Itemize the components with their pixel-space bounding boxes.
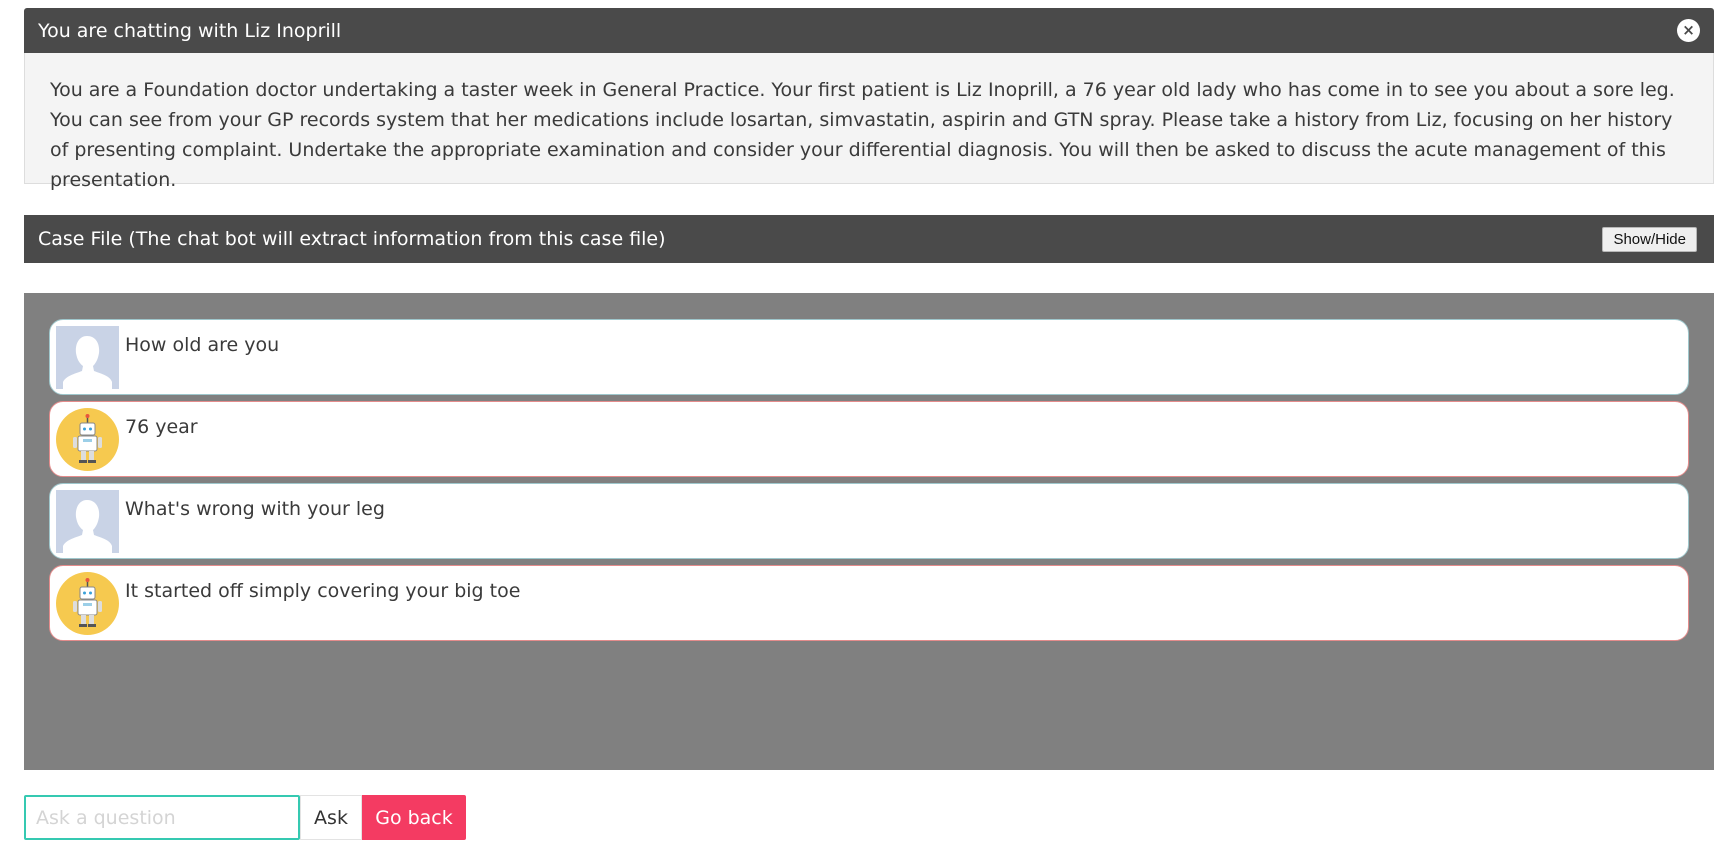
message-text: What's wrong with your leg bbox=[125, 498, 385, 520]
message-text: It started off simply covering your big … bbox=[125, 580, 521, 602]
ask-button[interactable]: Ask bbox=[300, 795, 362, 840]
user-message: How old are you bbox=[49, 319, 1689, 395]
scenario-description: You are a Foundation doctor undertaking … bbox=[24, 53, 1714, 191]
go-back-button[interactable]: Go back bbox=[362, 795, 466, 840]
message-text: 76 year bbox=[125, 416, 198, 438]
show-hide-button[interactable]: Show/Hide bbox=[1602, 227, 1697, 252]
user-silhouette-icon bbox=[56, 490, 119, 553]
bot-message: 76 year bbox=[49, 401, 1689, 477]
chat-panel-header: You are chatting with Liz Inoprill × bbox=[24, 8, 1714, 53]
robot-icon bbox=[56, 572, 119, 635]
message-text: How old are you bbox=[125, 334, 280, 356]
close-icon[interactable]: × bbox=[1677, 19, 1700, 42]
case-file-header: Case File (The chat bot will extract inf… bbox=[24, 215, 1714, 263]
user-message: What's wrong with your leg bbox=[49, 483, 1689, 559]
chat-messages-area[interactable]: How old are you 76 year What's wrong wit… bbox=[24, 293, 1714, 770]
bot-message: It started off simply covering your big … bbox=[49, 565, 1689, 641]
question-input[interactable] bbox=[24, 795, 300, 840]
case-file-title: Case File (The chat bot will extract inf… bbox=[38, 228, 666, 250]
chat-page: You are chatting with Liz Inoprill × You… bbox=[0, 0, 1732, 850]
chat-panel-title: You are chatting with Liz Inoprill bbox=[38, 19, 342, 42]
robot-icon bbox=[56, 408, 119, 471]
user-silhouette-icon bbox=[56, 326, 119, 389]
